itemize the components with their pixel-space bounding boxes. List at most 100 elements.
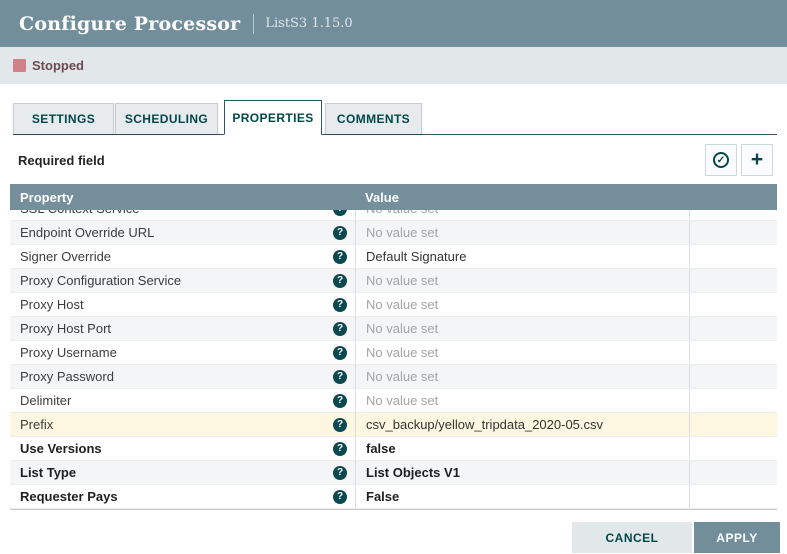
processor-name-version: ListS3 1.15.0 xyxy=(265,16,352,31)
property-name: Proxy Username xyxy=(20,345,117,360)
table-row: List Type? List Objects V1 xyxy=(10,461,777,485)
cancel-button[interactable]: CANCEL xyxy=(572,522,692,553)
property-name: Use Versions xyxy=(20,441,102,456)
question-circle-icon[interactable]: ? xyxy=(333,250,347,264)
property-name: Delimiter xyxy=(20,393,71,408)
value-cell[interactable]: No value set xyxy=(355,317,689,340)
value-cell[interactable]: false xyxy=(355,437,689,460)
row-extra-cell xyxy=(689,317,777,340)
properties-table-rows: Endpoint Override URL? No value set Signer… xyxy=(10,221,777,509)
apply-button[interactable]: APPLY xyxy=(694,522,780,553)
property-cell: Proxy Username? xyxy=(10,341,355,364)
value-cell[interactable]: csv_backup/yellow_tripdata_2020-05.csv xyxy=(355,413,689,436)
tab-scheduling[interactable]: SCHEDULING xyxy=(115,103,218,134)
table-row: SSL Context Service?No value set xyxy=(10,210,777,221)
value-cell[interactable]: No value set xyxy=(355,341,689,364)
title-separator xyxy=(253,14,254,34)
value-cell[interactable]: No value set xyxy=(355,389,689,412)
value-cell[interactable]: No value set xyxy=(355,293,689,316)
property-cell: Signer Override? xyxy=(10,245,355,268)
value-cell[interactable]: No value set xyxy=(355,365,689,388)
row-extra-cell xyxy=(689,365,777,388)
table-row: Proxy Configuration Service?No value set xyxy=(10,269,777,293)
property-value: No value set xyxy=(366,225,438,240)
property-value: False xyxy=(366,489,399,504)
property-value: No value set xyxy=(366,321,438,336)
check-circle-icon: ✓ xyxy=(713,152,729,168)
property-name: Prefix xyxy=(20,417,53,432)
row-extra-cell xyxy=(689,485,777,508)
clipped-row-container: SSL Context Service?No value set xyxy=(10,210,777,221)
table-row: Prefix? csv_backup/yellow_tripdata_2020-0… xyxy=(10,413,777,437)
verify-properties-button[interactable]: ✓ xyxy=(705,144,737,176)
tab-bar: SETTINGS SCHEDULING PROPERTIES COMMENTS xyxy=(13,99,777,135)
row-extra-cell xyxy=(689,389,777,412)
row-extra-cell xyxy=(689,245,777,268)
value-cell[interactable]: No value set xyxy=(355,210,689,220)
configure-processor-dialog: Configure Processor ListS3 1.15.0 Stoppe… xyxy=(0,0,787,554)
property-value: csv_backup/yellow_tripdata_2020-05.csv xyxy=(366,417,603,432)
dialog-title: Configure Processor xyxy=(19,13,240,35)
question-circle-icon[interactable]: ? xyxy=(333,298,347,312)
property-cell: Proxy Host Port? xyxy=(10,317,355,340)
property-name: List Type xyxy=(20,465,76,480)
question-circle-icon[interactable]: ? xyxy=(333,210,347,216)
property-cell: Prefix? xyxy=(10,413,355,436)
value-cell[interactable]: Default Signature xyxy=(355,245,689,268)
tab-properties[interactable]: PROPERTIES xyxy=(224,100,322,135)
property-value: No value set xyxy=(366,273,438,288)
question-circle-icon[interactable]: ? xyxy=(333,442,347,456)
row-extra-cell xyxy=(689,293,777,316)
table-row: Requester Pays? False xyxy=(10,485,777,509)
property-name: Endpoint Override URL xyxy=(20,225,154,240)
tab-comments[interactable]: COMMENTS xyxy=(325,103,422,134)
dialog-footer: CANCEL APPLY xyxy=(572,522,780,553)
property-name: Proxy Host xyxy=(20,297,84,312)
question-circle-icon[interactable]: ? xyxy=(333,418,347,432)
add-property-button[interactable]: + xyxy=(741,144,773,176)
property-value: Default Signature xyxy=(366,249,466,264)
tab-settings[interactable]: SETTINGS xyxy=(13,103,114,134)
question-circle-icon[interactable]: ? xyxy=(333,394,347,408)
required-field-label: Required field xyxy=(18,153,105,168)
table-toolbar: Required field ✓ + xyxy=(18,144,773,176)
property-value: false xyxy=(366,441,396,456)
value-cell[interactable]: False xyxy=(355,485,689,508)
property-cell: List Type? xyxy=(10,461,355,484)
question-circle-icon[interactable]: ? xyxy=(333,274,347,288)
property-cell: Proxy Host? xyxy=(10,293,355,316)
table-header: Property Value xyxy=(10,184,777,210)
row-extra-cell xyxy=(689,210,777,220)
property-cell: Proxy Password? xyxy=(10,365,355,388)
question-circle-icon[interactable]: ? xyxy=(333,322,347,336)
value-cell[interactable]: No value set xyxy=(355,269,689,292)
row-extra-cell xyxy=(689,269,777,292)
property-value: No value set xyxy=(366,393,438,408)
question-circle-icon[interactable]: ? xyxy=(333,346,347,360)
property-value: List Objects V1 xyxy=(366,465,460,480)
row-extra-cell xyxy=(689,461,777,484)
value-cell[interactable]: List Objects V1 xyxy=(355,461,689,484)
property-name: Signer Override xyxy=(20,249,111,264)
dialog-titlebar: Configure Processor ListS3 1.15.0 xyxy=(0,0,787,47)
property-cell: Requester Pays? xyxy=(10,485,355,508)
question-circle-icon[interactable]: ? xyxy=(333,226,347,240)
property-value: No value set xyxy=(366,345,438,360)
question-circle-icon[interactable]: ? xyxy=(333,490,347,504)
table-row: Proxy Username? No value set xyxy=(10,341,777,365)
property-value: No value set xyxy=(366,297,438,312)
property-cell: Use Versions? xyxy=(10,437,355,460)
properties-table: Property Value SSL Context Service?No va… xyxy=(10,184,777,510)
row-extra-cell xyxy=(689,221,777,244)
value-cell[interactable]: No value set xyxy=(355,221,689,244)
table-row: Proxy Host? No value set xyxy=(10,293,777,317)
column-header-property: Property xyxy=(10,190,355,205)
plus-icon: + xyxy=(751,150,763,170)
table-row: Proxy Host Port? No value set xyxy=(10,317,777,341)
property-cell: Endpoint Override URL? xyxy=(10,221,355,244)
property-name: Proxy Host Port xyxy=(20,321,111,336)
property-value: No value set xyxy=(366,369,438,384)
question-circle-icon[interactable]: ? xyxy=(333,370,347,384)
question-circle-icon[interactable]: ? xyxy=(333,466,347,480)
property-cell: Delimiter? xyxy=(10,389,355,412)
